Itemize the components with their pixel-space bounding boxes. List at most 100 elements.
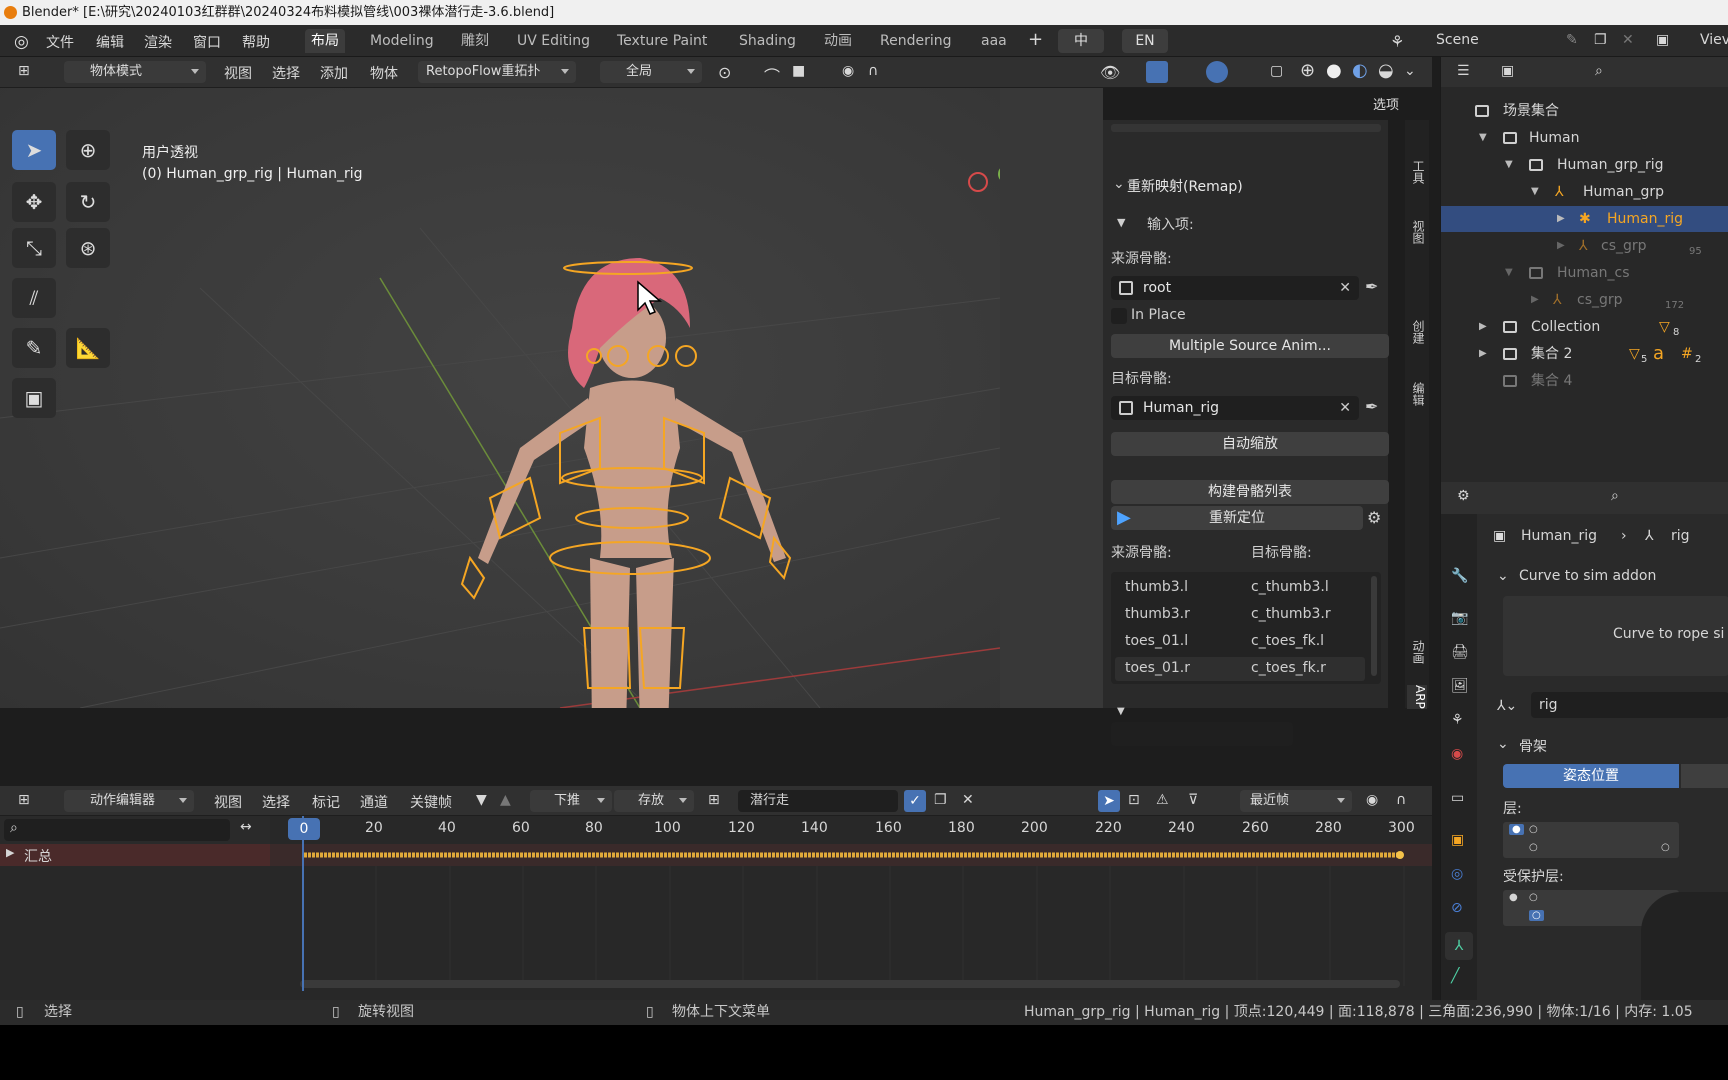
inputs-collapse-icon[interactable]: ▼ — [1117, 216, 1125, 229]
clear-source-icon[interactable]: ✕ — [1339, 276, 1351, 300]
layer-down-icon[interactable]: ▼ — [476, 792, 487, 808]
armature-data-tab-icon[interactable]: ⅄ — [1445, 932, 1473, 960]
view-layer-icon[interactable]: ▣ — [1656, 32, 1669, 48]
menu-edit[interactable]: 编辑 — [96, 32, 124, 52]
navigation-gizmo[interactable]: Z X Y — [960, 128, 1000, 238]
display-mode-icon[interactable]: ▣ — [1501, 63, 1514, 79]
unlink-action-icon[interactable]: ✕ — [962, 792, 974, 808]
render-tab-icon[interactable]: 📷 — [1451, 610, 1468, 626]
tab-layout[interactable]: 布局 — [305, 29, 345, 53]
select-box-tool[interactable]: ➤ — [12, 130, 56, 170]
constraints-tab-icon[interactable]: ⊘ — [1451, 900, 1463, 916]
menu-help[interactable]: 帮助 — [242, 32, 270, 52]
list-expand-icon[interactable]: ▼ — [1117, 706, 1125, 717]
sidebar-tab-arp[interactable]: ARP — [1407, 685, 1427, 709]
move-tool[interactable]: ✥ — [12, 182, 56, 222]
3d-viewport[interactable]: 用户透视 (0) Human_grp_rig | Human_rig ➤ ⊕ ✥… — [0, 88, 1000, 708]
expand-icon[interactable]: ▼ — [1479, 125, 1487, 151]
layer-dot[interactable]: ● — [1509, 892, 1518, 903]
falloff-curve-icon[interactable]: ∩ — [1396, 792, 1406, 808]
tab-rendering[interactable]: Rendering — [874, 29, 958, 53]
addon-panel-title[interactable]: Curve to sim addon — [1519, 568, 1656, 584]
table-row-selected[interactable]: toes_01.r c_toes_fk.r — [1115, 657, 1365, 681]
outliner-row-cs-grp[interactable]: ▶ ⅄ cs_grp 95 — [1441, 233, 1728, 259]
table-row[interactable]: toes_01.l c_toes_fk.l — [1115, 630, 1365, 654]
viewport-menu-object[interactable]: 物体 — [370, 63, 398, 83]
outliner-row-collection-4[interactable]: 集合 4 — [1441, 368, 1728, 394]
menu-window[interactable]: 窗口 — [193, 32, 221, 52]
table-row[interactable]: thumb3.l c_thumb3.l — [1115, 576, 1365, 600]
expand-icon[interactable]: ▶ — [1479, 314, 1487, 340]
add-cube-tool[interactable]: ▣ — [12, 378, 56, 418]
layer-dot[interactable]: ○ — [1529, 824, 1538, 835]
retarget-button[interactable]: ▶ 重新定位 — [1111, 506, 1363, 530]
remap-section-title[interactable]: 重新映射(Remap) — [1127, 176, 1243, 196]
viewport-right-region[interactable] — [1000, 88, 1103, 708]
search-icon[interactable]: ⌕ — [1595, 63, 1603, 79]
collection-tab-icon[interactable]: ▭ — [1451, 790, 1464, 806]
close-scene-icon[interactable]: ✕ — [1622, 32, 1634, 48]
rotate-tool[interactable]: ↻ — [66, 182, 110, 222]
fake-user-shield-icon[interactable]: ✓ — [904, 790, 926, 812]
visibility-icon[interactable]: 👁 — [1100, 63, 1120, 82]
tab-sculpt[interactable]: 雕刻 — [455, 29, 495, 53]
layer-active-dot[interactable]: ○ — [1529, 910, 1544, 921]
retopoflow-dropdown[interactable]: RetopoFlow重拓扑 — [418, 61, 576, 83]
tab-animation[interactable]: 动画 — [818, 29, 858, 53]
push-down-button[interactable]: 下推 — [530, 790, 612, 812]
snapping-dropdown[interactable]: 最近帧 — [1240, 790, 1352, 812]
transform-orientation-dropdown[interactable]: 全局 — [600, 61, 702, 83]
object-mode-dropdown[interactable]: 物体模式 — [64, 61, 206, 83]
table-row[interactable]: thumb3.r c_thumb3.r — [1115, 603, 1365, 627]
viewport-menu-add[interactable]: 添加 — [320, 63, 348, 83]
only-selected-icon[interactable]: ➤ — [1098, 790, 1120, 812]
shading-solid-icon[interactable]: ● — [1326, 60, 1342, 81]
shading-wireframe-icon[interactable]: ⊕ — [1300, 60, 1315, 81]
options-dropdown[interactable]: 选项 — [1373, 94, 1399, 113]
tab-modeling[interactable]: Modeling — [364, 29, 440, 53]
transform-tool[interactable]: ⊛ — [66, 228, 110, 268]
expand-icon[interactable]: ▼ — [1531, 179, 1539, 205]
measure-tool[interactable]: 📐 — [66, 328, 110, 368]
target-armature-field[interactable]: Human_rig ✕ — [1111, 396, 1359, 420]
auto-scale-button[interactable]: 自动缩放 — [1111, 432, 1389, 456]
bones-list[interactable]: thumb3.l c_thumb3.l thumb3.r c_thumb3.r … — [1111, 572, 1381, 684]
dopesheet-body[interactable]: ⌕ ↔ ▶ 汇总 0 20 40 60 80 100 120 140 160 1… — [0, 816, 1432, 1000]
layer-dot[interactable]: ○ — [1661, 842, 1670, 853]
new-scene-icon[interactable]: ❐ — [1594, 32, 1607, 48]
stash-button[interactable]: 存放 — [614, 790, 694, 812]
swap-icon[interactable]: ↔ — [240, 819, 252, 835]
output-tab-icon[interactable]: 🖨 — [1451, 644, 1469, 660]
bones-filter-field[interactable] — [1111, 722, 1293, 746]
snap-icon[interactable]: ⌒ — [764, 63, 780, 87]
expand-icon[interactable]: ▶ — [1557, 206, 1565, 232]
eyedropper-source-icon[interactable]: ✒ — [1365, 277, 1378, 296]
expand-icon[interactable]: ▶ — [1557, 233, 1565, 259]
outliner-row-human-rig[interactable]: ▶ ✱ Human_rig — [1441, 206, 1728, 232]
add-workspace-icon[interactable]: + — [1028, 29, 1043, 50]
sidebar-tab-edit[interactable]: 编辑 — [1407, 382, 1427, 406]
shading-options-icon[interactable]: ⌄ — [1404, 63, 1416, 79]
skeleton-panel-title[interactable]: 骨架 — [1519, 736, 1547, 756]
sidebar-tab-view[interactable]: 视图 — [1407, 220, 1427, 244]
tab-shading[interactable]: Shading — [733, 29, 802, 53]
menu-file[interactable]: 文件 — [46, 32, 74, 52]
bones-list-scrollbar[interactable] — [1371, 576, 1377, 676]
skeleton-collapse-icon[interactable]: ⌄ — [1497, 736, 1509, 752]
outliner-row-collection-2[interactable]: ▶ 集合 2 ▽ 5 a # 2 — [1441, 341, 1728, 367]
physics-tab-icon[interactable]: ◎ — [1451, 866, 1463, 882]
clear-target-icon[interactable]: ✕ — [1339, 396, 1351, 420]
expand-icon[interactable]: ▼ — [1505, 152, 1513, 178]
bone-layers-grid[interactable]: ● ○ ○ ○ — [1503, 822, 1679, 858]
pin-icon[interactable]: ✎ — [1566, 32, 1578, 48]
tab-texture-paint[interactable]: Texture Paint — [611, 29, 713, 53]
pivot-icon[interactable]: ⊙ — [718, 63, 731, 82]
scale-tool[interactable]: ⤡ — [12, 228, 56, 268]
lang-en-button[interactable]: EN — [1122, 29, 1168, 53]
show-hidden-icon[interactable]: ⊡ — [1128, 792, 1140, 808]
outliner-row-human-grp-rig[interactable]: ▼ Human_grp_rig — [1441, 152, 1728, 178]
dopesheet-editor-icon[interactable]: ⊞ — [18, 792, 30, 808]
viewport-menu-view[interactable]: 视图 — [224, 63, 252, 83]
dopesheet-menu-view[interactable]: 视图 — [214, 792, 242, 812]
xray-icon[interactable]: ▢ — [1270, 63, 1283, 79]
